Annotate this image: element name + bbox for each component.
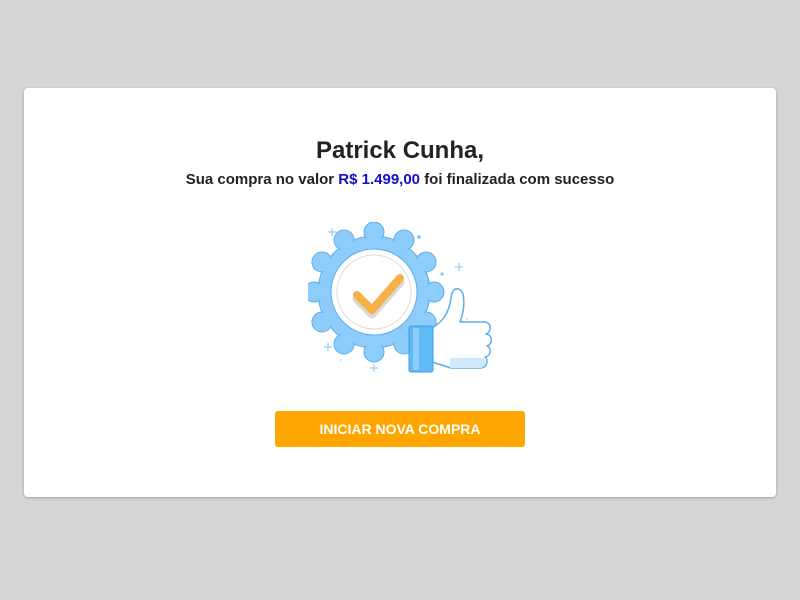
customer-name-heading: Patrick Cunha, <box>315 137 485 164</box>
success-badge-thumbs-up-icon <box>303 221 494 382</box>
purchase-amount: R$ 1.499,00 <box>338 171 421 188</box>
purchase-message: Sua compra no valor R$ 1.499,00 foi fina… <box>24 170 776 190</box>
start-new-purchase-button[interactable]: INICIAR NOVA COMPRA <box>275 411 525 447</box>
message-prefix: Sua compra no valor <box>185 171 335 188</box>
message-suffix: foi finalizada com sucesso <box>424 171 615 188</box>
confirmation-card: Patrick Cunha, Sua compra no valor R$ 1.… <box>24 88 776 497</box>
